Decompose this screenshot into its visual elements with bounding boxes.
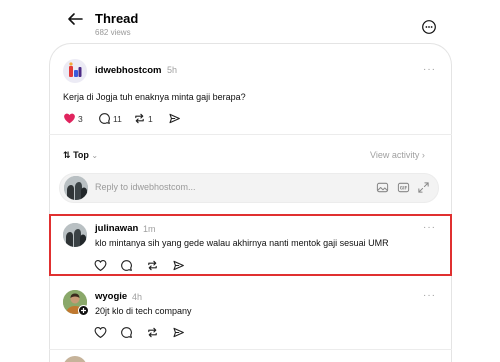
- avatar[interactable]: [63, 223, 87, 247]
- post-time: 5h: [167, 65, 178, 75]
- reply-username[interactable]: julinawan: [95, 223, 138, 234]
- like-count: 3: [78, 114, 83, 124]
- image-icon[interactable]: [376, 181, 389, 194]
- expand-icon[interactable]: [417, 181, 430, 194]
- sort-label: Top: [73, 150, 89, 160]
- top-bar: Thread 682 views: [0, 0, 500, 44]
- repost-icon[interactable]: [146, 259, 159, 272]
- avatar[interactable]: [63, 59, 87, 83]
- follow-plus-icon[interactable]: [78, 305, 89, 316]
- reply-placeholder: Reply to idwebhostcom...: [95, 182, 196, 192]
- view-activity-link[interactable]: View activity ›: [370, 150, 425, 160]
- reply-more-button[interactable]: ···: [423, 290, 436, 301]
- reply-text: klo mintanya sih yang gede walau akhirny…: [95, 238, 389, 248]
- comment-icon[interactable]: [98, 112, 111, 125]
- comment-count: 11: [113, 114, 122, 124]
- comment-icon[interactable]: [120, 326, 133, 339]
- post-username[interactable]: idwebhostcom: [95, 65, 162, 76]
- more-options-icon[interactable]: [421, 19, 437, 35]
- repost-icon[interactable]: [133, 112, 146, 125]
- share-icon[interactable]: [172, 326, 185, 339]
- repost-icon[interactable]: [146, 326, 159, 339]
- gif-icon[interactable]: GIF: [397, 181, 410, 194]
- reply-more-button[interactable]: ···: [423, 222, 436, 233]
- divider: [49, 349, 452, 350]
- back-arrow-icon[interactable]: [66, 10, 84, 28]
- post-text: Kerja di Jogja tuh enaknya minta gaji be…: [63, 92, 246, 102]
- svg-text:GIF: GIF: [400, 186, 408, 191]
- reply-username[interactable]: wyogie: [95, 291, 127, 302]
- heart-icon[interactable]: [94, 326, 107, 339]
- share-icon[interactable]: [168, 112, 181, 125]
- page-title: Thread: [95, 11, 139, 26]
- idwebhost-logo-icon: [69, 62, 82, 77]
- reply-time: 1m: [143, 224, 156, 234]
- reply-time: 4h: [132, 292, 143, 302]
- share-icon[interactable]: [172, 259, 185, 272]
- sort-arrows-icon: ⇅: [63, 150, 71, 160]
- heart-icon[interactable]: [94, 259, 107, 272]
- reply-text: 20jt klo di tech company: [95, 306, 192, 316]
- sort-dropdown[interactable]: ⇅ Top ⌄: [63, 150, 98, 161]
- repost-count: 1: [148, 114, 153, 124]
- post-more-button[interactable]: ···: [423, 64, 436, 75]
- chevron-down-icon: ⌄: [91, 151, 99, 160]
- view-count: 682 views: [95, 28, 131, 37]
- divider: [49, 134, 452, 135]
- avatar: [64, 176, 88, 200]
- heart-filled-icon[interactable]: [63, 112, 76, 125]
- comment-icon[interactable]: [120, 259, 133, 272]
